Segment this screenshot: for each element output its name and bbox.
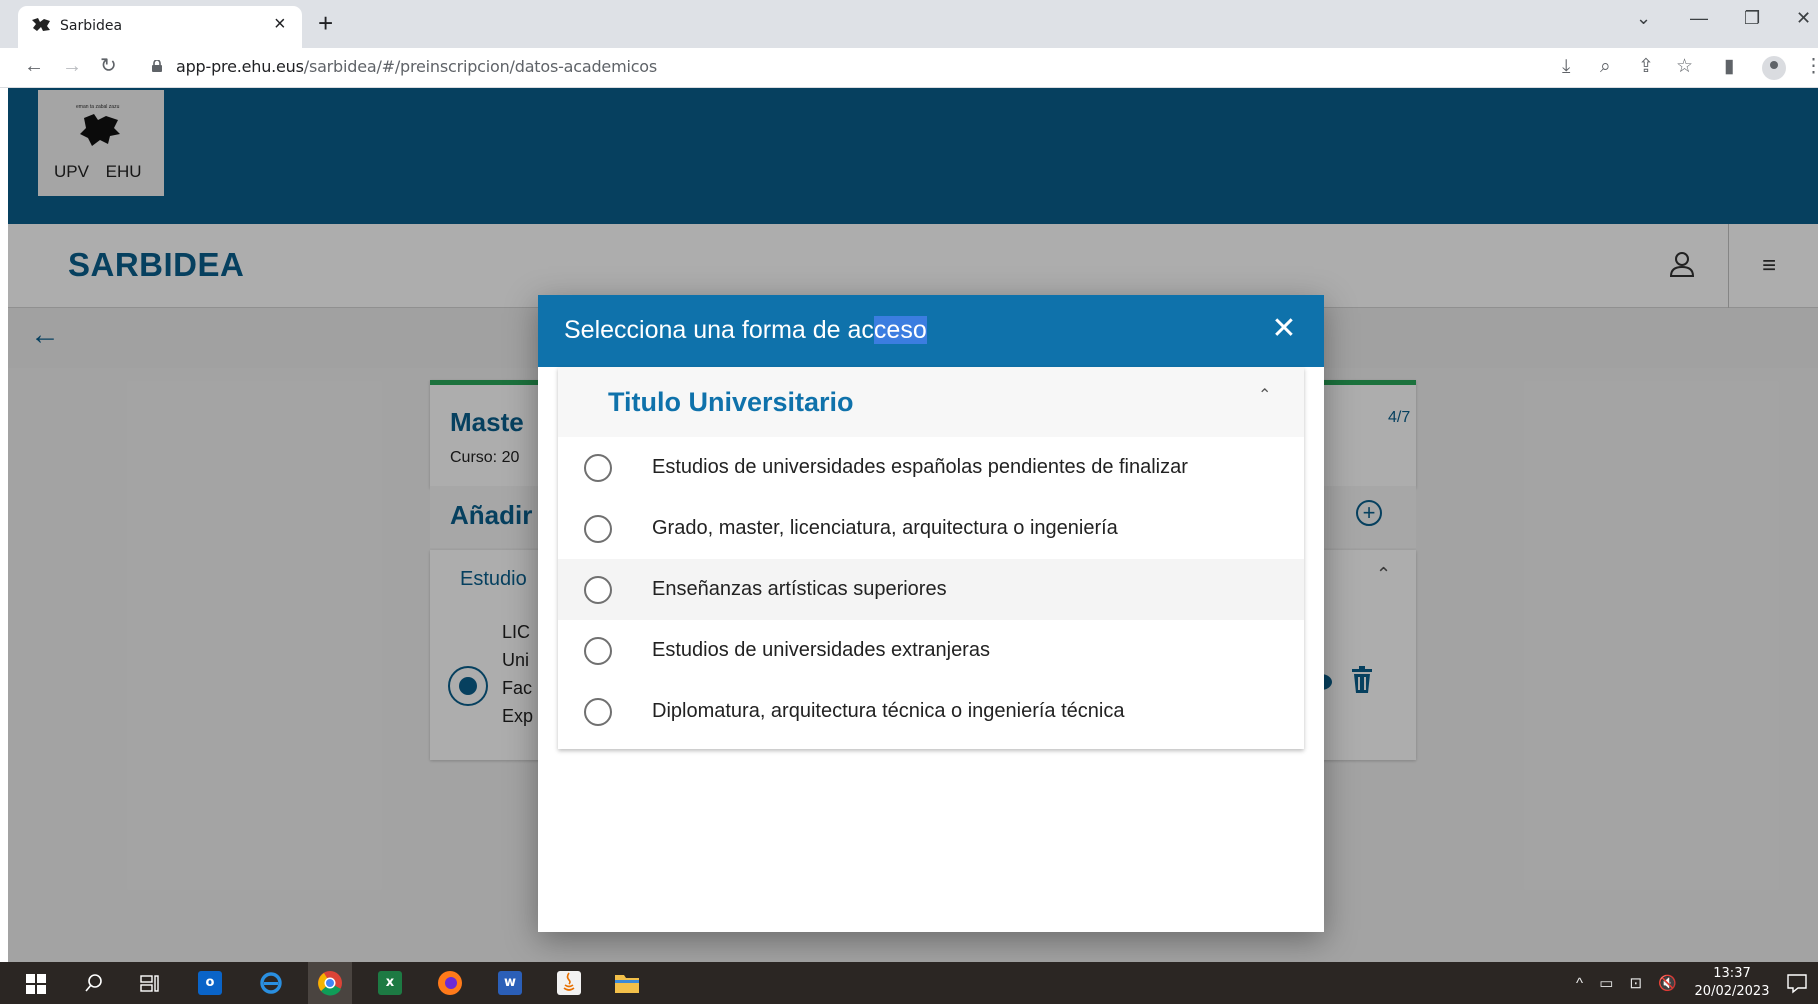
- ehu-favicon-icon: [32, 18, 50, 31]
- option-label: Enseñanzas artísticas superiores: [652, 578, 947, 600]
- chrome-app[interactable]: [308, 962, 352, 1004]
- install-app-icon[interactable]: ⤓: [1562, 56, 1570, 78]
- page: eman ta zabal zazu UPV EHU SARBIDEA ≡ ← …: [8, 88, 1818, 962]
- lock-icon: [152, 60, 162, 72]
- option-label: Diplomatura, arquitectura técnica o inge…: [652, 700, 1125, 722]
- outlook-app[interactable]: o: [188, 962, 232, 1004]
- restore-button[interactable]: ❐: [1744, 8, 1760, 28]
- radio-button[interactable]: [584, 698, 612, 726]
- search-button[interactable]: [72, 962, 116, 1004]
- expansion-panel: Titulo Universitario ⌃ Estudios de unive…: [558, 367, 1304, 749]
- zoom-icon[interactable]: ⌕: [1600, 56, 1611, 78]
- clock[interactable]: 13:37 20/02/2023: [1692, 965, 1772, 1001]
- back-button[interactable]: ←: [24, 54, 44, 78]
- radio-button[interactable]: [584, 515, 612, 543]
- chevron-up-icon[interactable]: ⌃: [1258, 385, 1271, 405]
- tab-title: Sarbidea: [60, 18, 123, 34]
- windows-logo-icon: [26, 974, 46, 994]
- option-label: Estudios de universidades extranjeras: [652, 639, 990, 661]
- dialog-title: Selecciona una forma de acceso: [564, 316, 927, 344]
- folder-icon: [615, 975, 639, 993]
- radio-button[interactable]: [584, 454, 612, 482]
- radio-button[interactable]: [584, 637, 612, 665]
- share-icon[interactable]: ⇪: [1638, 56, 1654, 78]
- clock-time: 13:37: [1713, 966, 1751, 981]
- panel-title: Titulo Universitario: [608, 387, 854, 417]
- outlook-icon: o: [198, 971, 222, 995]
- notification-icon[interactable]: [1786, 972, 1808, 994]
- profile-avatar[interactable]: [1762, 56, 1786, 80]
- task-view-icon: [140, 975, 159, 992]
- radio-option[interactable]: Estudios de universidades españolas pend…: [558, 437, 1304, 498]
- close-window-button[interactable]: ✕: [1796, 8, 1811, 28]
- clock-date: 20/02/2023: [1694, 984, 1770, 999]
- new-tab-button[interactable]: +: [318, 10, 333, 36]
- reload-button[interactable]: ↻: [100, 54, 117, 78]
- tab-close-icon[interactable]: ×: [274, 14, 286, 34]
- java-app[interactable]: [546, 962, 590, 1004]
- internet-explorer-icon: [260, 972, 282, 994]
- excel-app[interactable]: x: [368, 962, 412, 1004]
- panel-header[interactable]: Titulo Universitario ⌃: [558, 367, 1304, 437]
- tab-search-icon[interactable]: ⌄: [1636, 8, 1651, 28]
- firefox-icon: [438, 971, 462, 995]
- system-tray-icons[interactable]: ^ ▭ ⊡ 🔇: [1576, 974, 1683, 992]
- bookmark-star-icon[interactable]: ☆: [1676, 56, 1693, 78]
- forward-button[interactable]: →: [62, 54, 82, 78]
- radio-option[interactable]: Estudios de universidades extranjeras: [558, 620, 1304, 681]
- taskbar: o x w ^ ▭ ⊡ 🔇 13:37 20/02/2023: [0, 962, 1818, 1004]
- radio-option[interactable]: Diplomatura, arquitectura técnica o inge…: [558, 681, 1304, 742]
- dialog-header: Selecciona una forma de acceso ✕: [538, 295, 1324, 367]
- option-label: Estudios de universidades españolas pend…: [652, 456, 1188, 478]
- radio-option[interactable]: Grado, master, licenciatura, arquitectur…: [558, 498, 1304, 559]
- task-view-button[interactable]: [128, 962, 172, 1004]
- excel-icon: x: [378, 971, 402, 995]
- file-explorer-app[interactable]: [604, 962, 648, 1004]
- side-panel-icon[interactable]: ▮: [1724, 56, 1734, 78]
- internet-explorer-app[interactable]: [248, 962, 292, 1004]
- radio-button[interactable]: [584, 576, 612, 604]
- word-icon: w: [498, 971, 522, 995]
- minimize-button[interactable]: —: [1690, 8, 1708, 28]
- browser-tab[interactable]: Sarbidea ×: [18, 6, 302, 48]
- chrome-icon: [318, 971, 342, 996]
- close-icon[interactable]: ✕: [1266, 311, 1302, 347]
- url-path: /sarbidea/#/preinscripcion/datos-academi…: [303, 57, 658, 76]
- address-bar[interactable]: app-pre.ehu.eus/sarbidea/#/preinscripcio…: [176, 57, 657, 76]
- radio-option[interactable]: Enseñanzas artísticas superiores: [558, 559, 1304, 620]
- url-host: app-pre.ehu.eus: [176, 57, 304, 76]
- search-icon: [85, 974, 102, 992]
- java-icon: [557, 971, 581, 995]
- firefox-app[interactable]: [428, 962, 472, 1004]
- browser-tabstrip: Sarbidea × + ⌄ — ❐ ✕: [0, 0, 1818, 48]
- start-button[interactable]: [14, 962, 58, 1004]
- option-label: Grado, master, licenciatura, arquitectur…: [652, 517, 1118, 539]
- access-type-dialog: Selecciona una forma de acceso ✕ Titulo …: [538, 295, 1324, 932]
- browser-menu-icon[interactable]: ⋮: [1804, 56, 1818, 78]
- word-app[interactable]: w: [488, 962, 532, 1004]
- browser-toolbar: ← → ↻ app-pre.ehu.eus/sarbidea/#/preinsc…: [0, 48, 1818, 88]
